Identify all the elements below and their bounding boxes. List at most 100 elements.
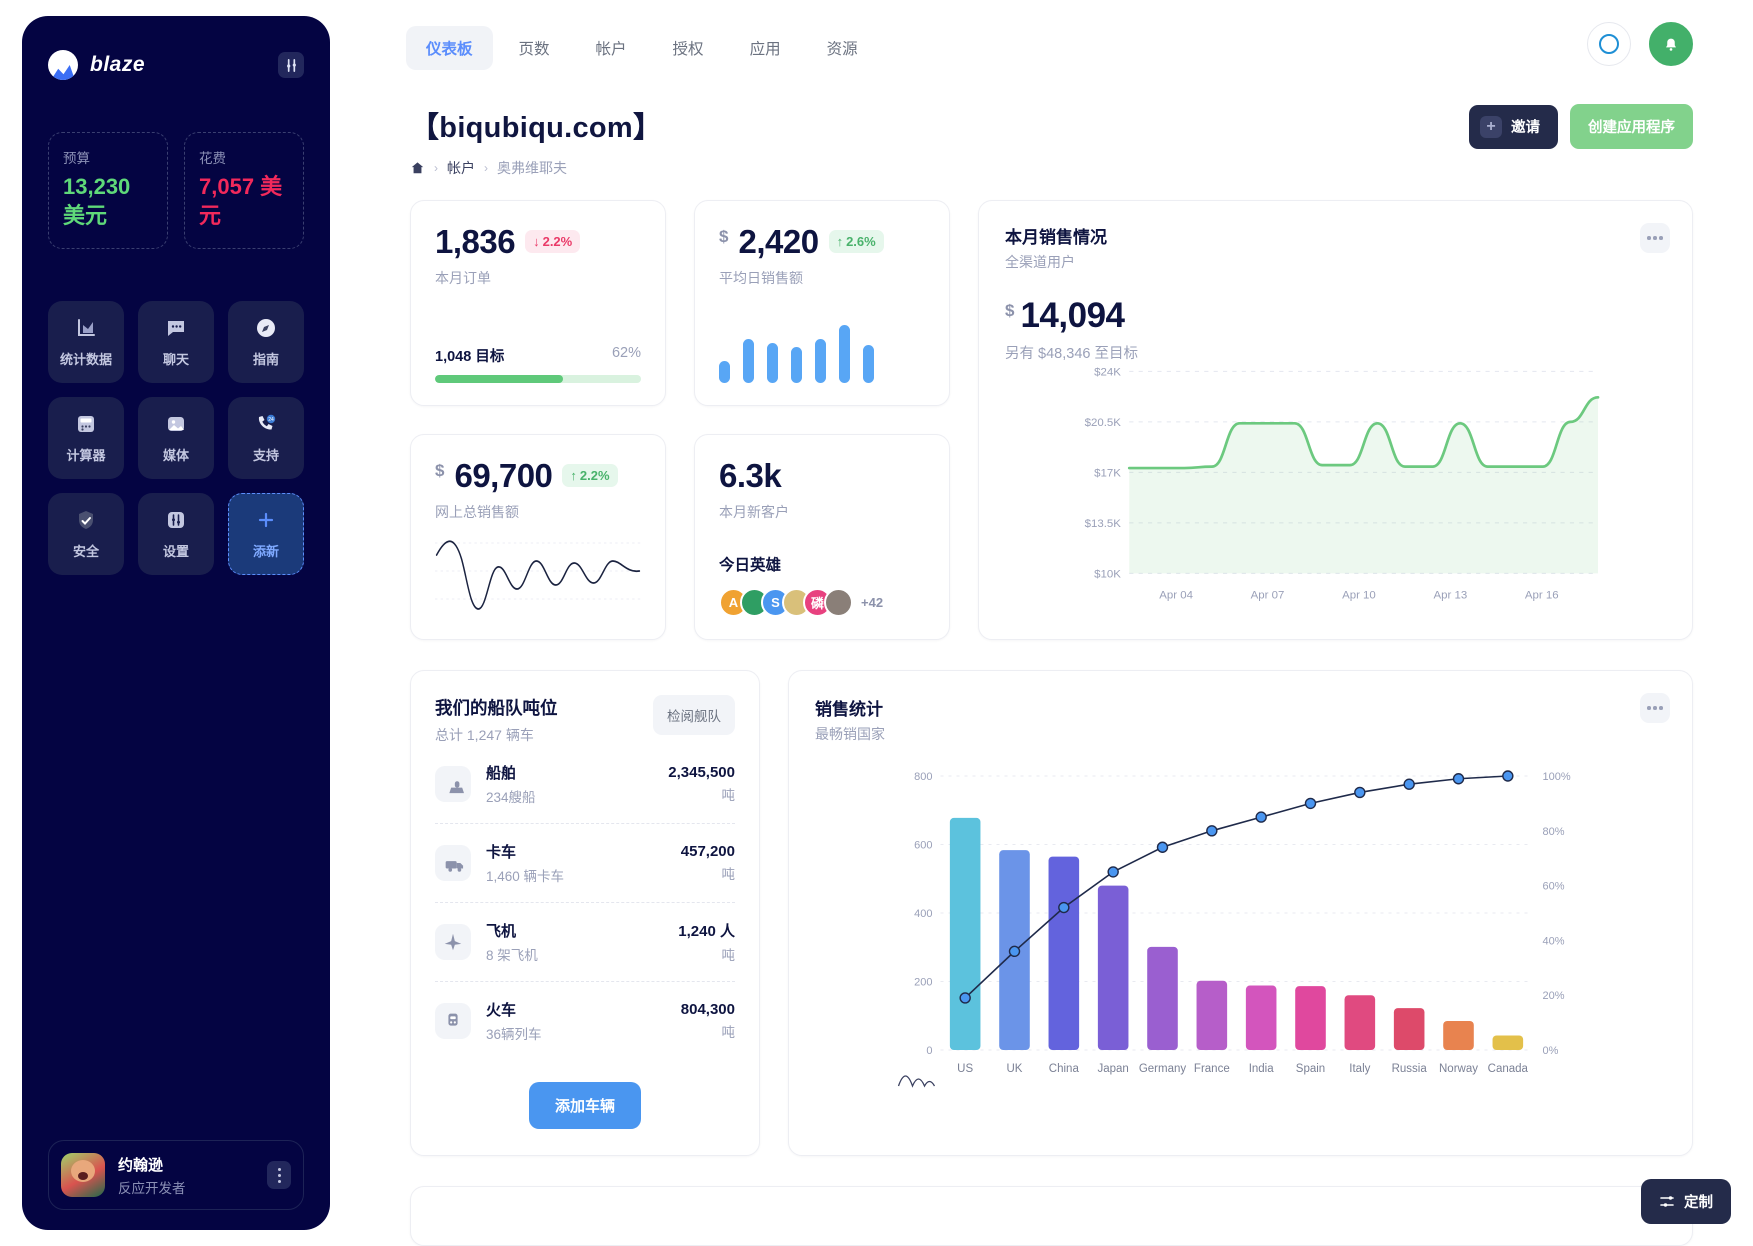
fleet-row-name: 船舶	[486, 765, 517, 782]
orders-progress-fill	[435, 375, 563, 383]
truck-icon	[435, 845, 471, 881]
fleet-row-values: 457,200 吨	[681, 843, 735, 883]
review-fleet-button[interactable]: 检阅舰队	[653, 695, 735, 735]
fleet-row-unit: 吨	[721, 948, 736, 963]
stat-spent: 花费 7,057 美元	[184, 132, 304, 250]
spinner-icon	[1599, 34, 1619, 54]
fleet-row-text: 飞机 8 架飞机	[486, 920, 538, 964]
sidebar-item-statistics-label: 统计数据	[59, 352, 112, 368]
card-daily-sales: $ 2,420 ↑ 2.6% 平均日销售额	[694, 200, 950, 406]
total-sales-delta-badge: ↑ 2.2%	[562, 464, 618, 487]
sidebar-item-guide[interactable]: 指南	[228, 301, 304, 384]
svg-text:Apr 04: Apr 04	[1159, 589, 1193, 601]
sidebar-item-guide-label: 指南	[252, 352, 279, 368]
menu-dot	[1659, 706, 1663, 710]
monthly-sales-goal-text: 另有 $48,346 至目标	[1005, 346, 1138, 362]
notifications-button[interactable]	[1649, 22, 1693, 66]
sliders-icon[interactable]	[278, 52, 304, 78]
calculator-icon	[78, 416, 94, 433]
sidebar: blaze 预算 13,230 美元 花费 7,057 美元 统计数据 聊天 指…	[22, 16, 330, 1230]
plane-icon-glyph	[444, 933, 462, 951]
fleet-row[interactable]: 卡车 1,460 辆卡车 457,200 吨	[435, 824, 735, 903]
orders-value: 1,836	[435, 223, 516, 260]
fleet-row[interactable]: 船舶 234艘船 2,345,500 吨	[435, 745, 735, 824]
tab-dashboard[interactable]: 仪表板	[406, 26, 493, 70]
svg-text:Germany: Germany	[1139, 1063, 1187, 1075]
fleet-row-name: 飞机	[486, 923, 517, 940]
sidebar-item-media[interactable]: 媒体	[138, 397, 214, 480]
page-header: 【biqubiqu.com】 › 帐户 › 奥弗维耶夫 + 邀请 创建应用程序	[348, 70, 1753, 178]
menu-dot	[1647, 706, 1651, 710]
blaze-logo-icon	[48, 50, 78, 80]
svg-text:Japan: Japan	[1097, 1063, 1128, 1075]
sidebar-item-chat[interactable]: 聊天	[138, 301, 214, 384]
svg-text:0: 0	[926, 1045, 932, 1057]
fleet-row-unit: 吨	[721, 867, 736, 882]
svg-text:$10K: $10K	[1094, 569, 1121, 581]
tab-apps[interactable]: 应用	[730, 26, 801, 70]
menu-dot	[1659, 236, 1663, 240]
orders-goal-row: 1,048 目标 62%	[435, 345, 641, 366]
daily-sales-value: 2,420	[738, 223, 819, 260]
hero-avatar[interactable]	[824, 588, 853, 617]
sidebar-item-support[interactable]: 24 支持	[228, 397, 304, 480]
breadcrumb-item-account[interactable]: 帐户	[447, 158, 475, 178]
sidebar-item-add-new[interactable]: 添新	[228, 493, 304, 576]
page-header-left: 【biqubiqu.com】 › 帐户 › 奥弗维耶夫	[410, 104, 662, 178]
plus-icon: +	[1480, 115, 1502, 138]
svg-text:200: 200	[914, 977, 932, 989]
sidebar-item-calculator[interactable]: 计算器	[48, 397, 124, 480]
invite-button[interactable]: + 邀请	[1469, 104, 1558, 149]
sidebar-item-statistics[interactable]: 统计数据	[48, 301, 124, 384]
daily-sales-label: 平均日销售额	[719, 270, 803, 286]
monthly-sales-more-button[interactable]	[1640, 223, 1670, 253]
daily-sales-bar	[719, 361, 730, 383]
fleet-row[interactable]: 飞机 8 架飞机 1,240 人吨	[435, 903, 735, 982]
tab-accounts[interactable]: 帐户	[576, 26, 647, 70]
create-app-button[interactable]: 创建应用程序	[1570, 104, 1693, 149]
add-vehicle-button[interactable]: 添加车辆	[528, 1082, 641, 1129]
card-bottom-placeholder	[410, 1186, 1693, 1246]
fleet-row-values: 1,240 人吨	[678, 920, 735, 964]
ship-icon	[435, 766, 471, 802]
daily-sales-bar	[815, 339, 826, 383]
monthly-sales-title: 本月销售情况	[1005, 228, 1107, 247]
fleet-row-sub: 234艘船	[486, 790, 536, 805]
stat-spent-label: 花费	[199, 151, 226, 166]
kpi-column-mid: $ 2,420 ↑ 2.6% 平均日销售额 6.3k 本月新客户 今日英雄 A …	[694, 200, 950, 640]
fleet-row-values: 2,345,500 吨	[668, 764, 735, 804]
orders-goal: 1,048 目标 62%	[435, 345, 641, 383]
sidebar-item-add-new-label: 添新	[252, 544, 279, 560]
stat-budget-label: 预算	[63, 151, 90, 166]
customize-label: 定制	[1684, 1195, 1713, 1211]
heroes-title: 今日英雄	[719, 557, 782, 574]
fleet-row-name: 卡车	[486, 844, 517, 861]
settings-icon	[168, 512, 184, 529]
tab-pages[interactable]: 页数	[499, 26, 570, 70]
svg-text:Spain: Spain	[1296, 1063, 1325, 1075]
user-menu-button[interactable]	[267, 1161, 291, 1189]
sidebar-header: blaze	[48, 50, 304, 80]
fleet-row-sub: 1,460 辆卡车	[486, 869, 565, 884]
lower-row: 我们的船队吨位 总计 1,247 辆车 检阅舰队 船舶 234艘船 2,345,50…	[410, 670, 1693, 1156]
sidebar-item-security[interactable]: 安全	[48, 493, 124, 576]
tab-resources[interactable]: 资源	[807, 26, 878, 70]
fleet-header: 我们的船队吨位 总计 1,247 辆车 检阅舰队	[435, 695, 735, 745]
brand-name: blaze	[90, 53, 146, 76]
home-icon[interactable]	[410, 161, 425, 175]
sales-stats-more-button[interactable]	[1640, 693, 1670, 723]
fleet-row[interactable]: 火车 36辆列车 804,300 吨	[435, 982, 735, 1060]
heroes-more-count: +42	[861, 595, 884, 610]
customize-button[interactable]: 定制	[1641, 1179, 1731, 1224]
sidebar-item-settings[interactable]: 设置	[138, 493, 214, 576]
svg-text:Apr 10: Apr 10	[1342, 589, 1376, 601]
fleet-title: 我们的船队吨位	[435, 698, 558, 718]
fleet-row-sub: 8 架飞机	[486, 948, 538, 963]
tab-authorization[interactable]: 授权	[653, 26, 724, 70]
sidebar-user-card[interactable]: 约翰逊 反应开发者	[48, 1140, 304, 1210]
total-sales-value: 69,700	[454, 457, 553, 494]
loading-indicator-button[interactable]	[1587, 22, 1631, 66]
stat-budget: 预算 13,230 美元	[48, 132, 168, 250]
fleet-row-values: 804,300 吨	[681, 1001, 735, 1041]
monthly-sales-area-chart: $24K $20.5K $17K $13.5K $10K Apr 04 Apr 07 Apr …	[1085, 367, 1600, 601]
